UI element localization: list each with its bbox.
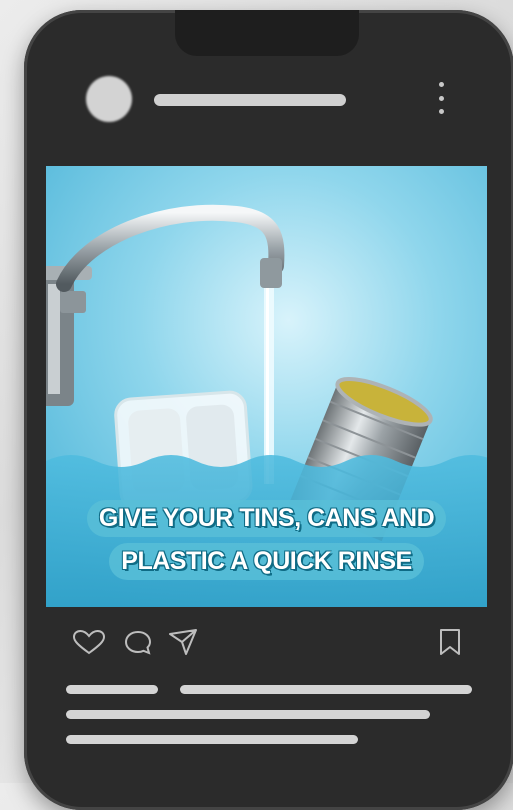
caption-placeholder-line-2 [66, 710, 430, 719]
more-dot [438, 95, 444, 101]
caption-line-2: PLASTIC A QUICK RINSE [109, 543, 424, 580]
bookmark-outline-icon[interactable] [439, 628, 461, 656]
comment-bubble-icon[interactable] [124, 630, 152, 656]
caption-placeholder-line-3 [66, 735, 358, 744]
caption-line-1: GIVE YOUR TINS, CANS AND [86, 500, 447, 537]
likes-placeholder [66, 685, 158, 694]
paper-plane-icon[interactable] [168, 628, 198, 656]
username-placeholder[interactable] [154, 94, 346, 106]
avatar[interactable] [86, 76, 132, 122]
more-options-icon[interactable] [436, 82, 446, 114]
more-dot [438, 109, 444, 114]
tap-nozzle [260, 258, 282, 288]
more-dot [438, 82, 444, 87]
phone-notch [175, 10, 359, 56]
caption-overlay: GIVE YOUR TINS, CANS AND PLASTIC A QUICK… [0, 500, 513, 584]
heart-outline-icon[interactable] [72, 630, 106, 656]
caption-placeholder-line-1 [180, 685, 472, 694]
